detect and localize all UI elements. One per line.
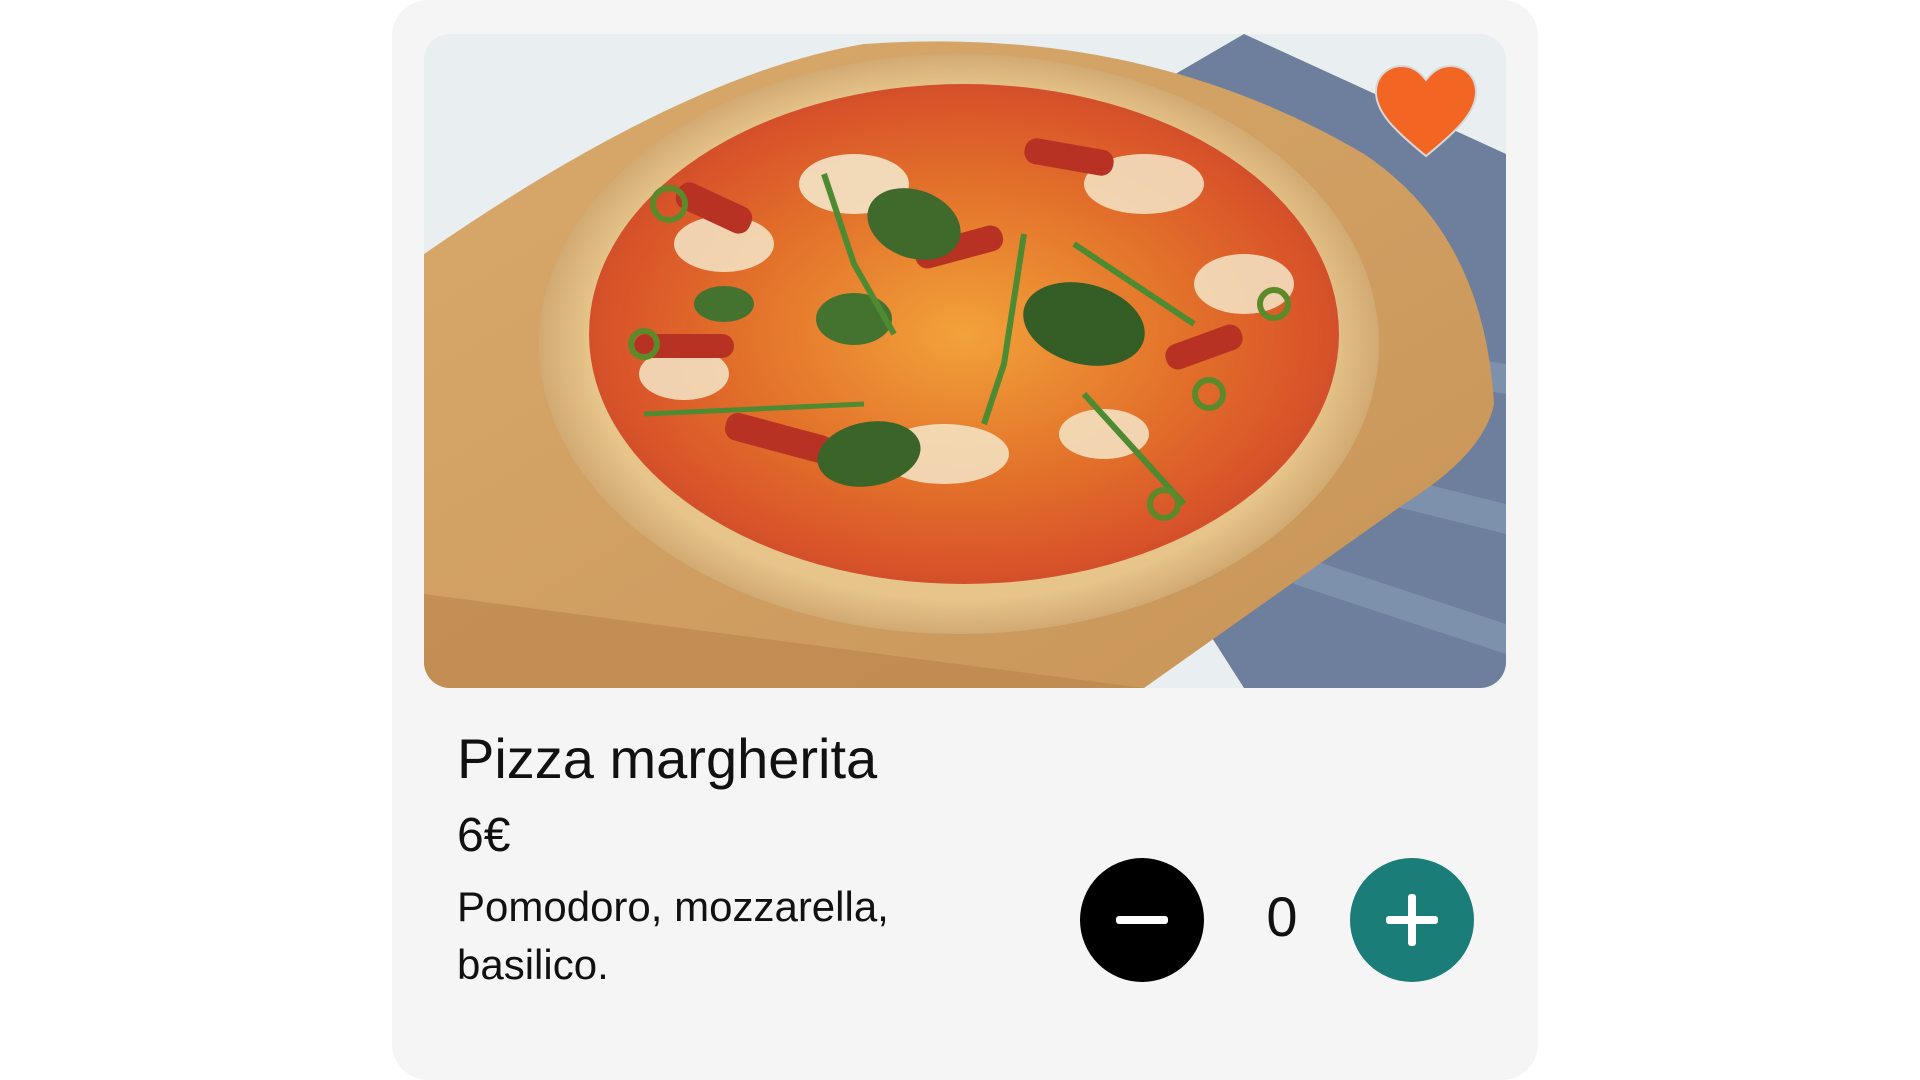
pizza-photo: [424, 34, 1506, 688]
product-name: Pizza margherita: [457, 727, 878, 790]
product-image: [424, 34, 1506, 688]
decrease-quantity-button[interactable]: [1080, 858, 1204, 982]
product-card: Pizza margherita 6€ Pomodoro, mozzarella…: [392, 0, 1538, 1080]
quantity-value: 0: [1266, 885, 1298, 948]
favorite-heart-icon[interactable]: [1374, 64, 1478, 160]
increase-quantity-button[interactable]: [1350, 858, 1474, 982]
minus-icon: [1116, 916, 1168, 924]
product-price: 6€: [457, 809, 511, 862]
product-description: Pomodoro, mozzarella, basilico.: [457, 883, 889, 988]
